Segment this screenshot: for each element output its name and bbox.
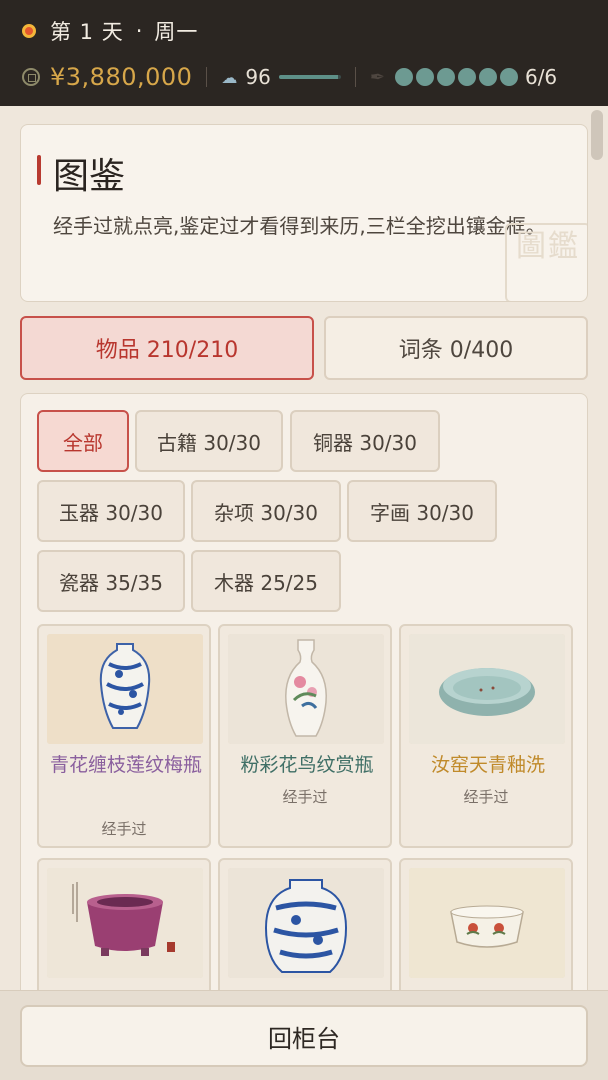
filter-ancient-books[interactable]: 古籍 30/30: [135, 410, 283, 472]
item-name: 青花缠枝莲纹梅瓶: [49, 754, 202, 776]
page-title: 图鉴: [53, 156, 126, 197]
title-accent: [37, 155, 41, 185]
seal-watermark-icon: 圖鑑: [505, 223, 587, 301]
divider: [206, 67, 208, 87]
divider: [354, 67, 356, 87]
status-bar: 第 1 天 · 周一 ¥3,880,000 ☁ 96 ✒ 6/6: [0, 0, 608, 106]
reputation-bar: [278, 75, 341, 79]
item-card[interactable]: 汝窑天青釉洗 经手过: [399, 624, 573, 848]
reputation-value: 96: [245, 65, 271, 89]
filter-misc[interactable]: 杂项 30/30: [191, 480, 341, 542]
intro-card: 图鉴 经手过就点亮,鉴定过才看得到来历,三栏全挖出镶金框。 圖鑑: [20, 124, 588, 302]
reputation-bar-fill: [278, 75, 339, 79]
filter-jade[interactable]: 玉器 30/30: [37, 480, 185, 542]
back-to-counter-button[interactable]: 回柜台: [20, 1005, 588, 1067]
page-description: 经手过就点亮,鉴定过才看得到来历,三栏全挖出镶金框。: [53, 214, 546, 238]
sun-icon: [22, 24, 36, 38]
filter-painting[interactable]: 字画 30/30: [347, 480, 497, 542]
filter-wood[interactable]: 木器 25/25: [191, 550, 341, 612]
vase-famille-rose-image: [228, 634, 384, 744]
money-value: ¥3,880,000: [50, 63, 193, 91]
energy-dot: [478, 68, 497, 86]
energy-dot: [394, 68, 413, 86]
brush-icon: ✒: [369, 66, 385, 88]
coin-icon: [22, 68, 40, 86]
tab-terms[interactable]: 词条 0/400: [324, 316, 588, 380]
energy-text: 6/6: [524, 65, 558, 89]
energy-dots: [394, 68, 518, 86]
energy-dot: [415, 68, 434, 86]
cloud-icon: ☁: [221, 67, 238, 87]
stats-row: ¥3,880,000 ☁ 96 ✒ 6/6: [22, 60, 557, 94]
tab-items[interactable]: 物品 210/210: [20, 316, 314, 380]
energy-dot: [499, 68, 518, 86]
energy-dot: [457, 68, 476, 86]
jun-ware-flowerpot-image: [47, 868, 203, 978]
item-name: 粉彩花鸟纹赏瓶: [240, 754, 374, 776]
weekday-label: 周一: [154, 20, 199, 44]
day-separator: ·: [135, 19, 143, 43]
ru-ware-washer-image: [409, 634, 565, 744]
bottom-bar: 回柜台: [0, 990, 608, 1080]
filter-bronze[interactable]: 铜器 30/30: [290, 410, 440, 472]
item-name: 汝窑天青釉洗: [430, 754, 545, 776]
item-card[interactable]: 粉彩花鸟纹赏瓶 经手过: [218, 624, 392, 848]
day-label: 第 1 天: [50, 20, 124, 44]
item-status: 经手过: [463, 788, 509, 806]
item-card[interactable]: 青花缠枝莲纹梅瓶 经手过: [37, 624, 211, 848]
chicken-cup-image: [409, 868, 565, 978]
energy-dot: [436, 68, 455, 86]
item-status: 经手过: [101, 820, 147, 838]
vase-blue-white-image: [47, 634, 203, 744]
item-status: 经手过: [282, 788, 328, 806]
filter-porcelain[interactable]: 瓷器 35/35: [37, 550, 185, 612]
blue-white-jar-image: [228, 868, 384, 978]
scrollbar[interactable]: [591, 110, 603, 160]
filter-all[interactable]: 全部: [37, 410, 129, 472]
day-row: 第 1 天 · 周一: [22, 16, 198, 46]
catalog-panel: 全部 古籍 30/30 铜器 30/30 玉器 30/30 杂项 30/30 字…: [20, 393, 588, 1080]
